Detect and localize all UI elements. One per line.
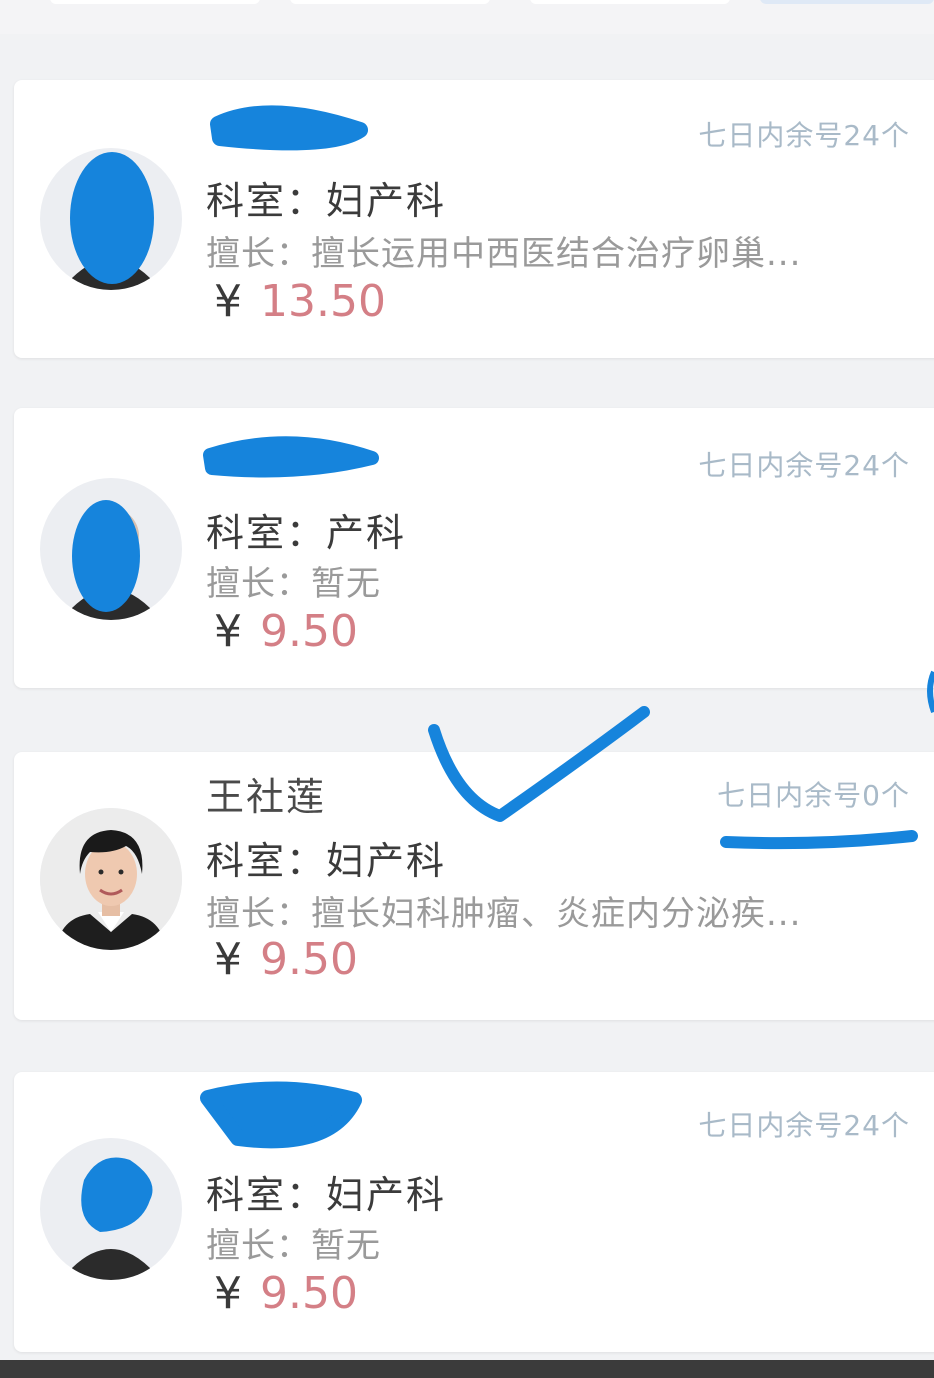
annotation-overlay [70,105,934,1232]
bottom-edge [0,1360,934,1378]
